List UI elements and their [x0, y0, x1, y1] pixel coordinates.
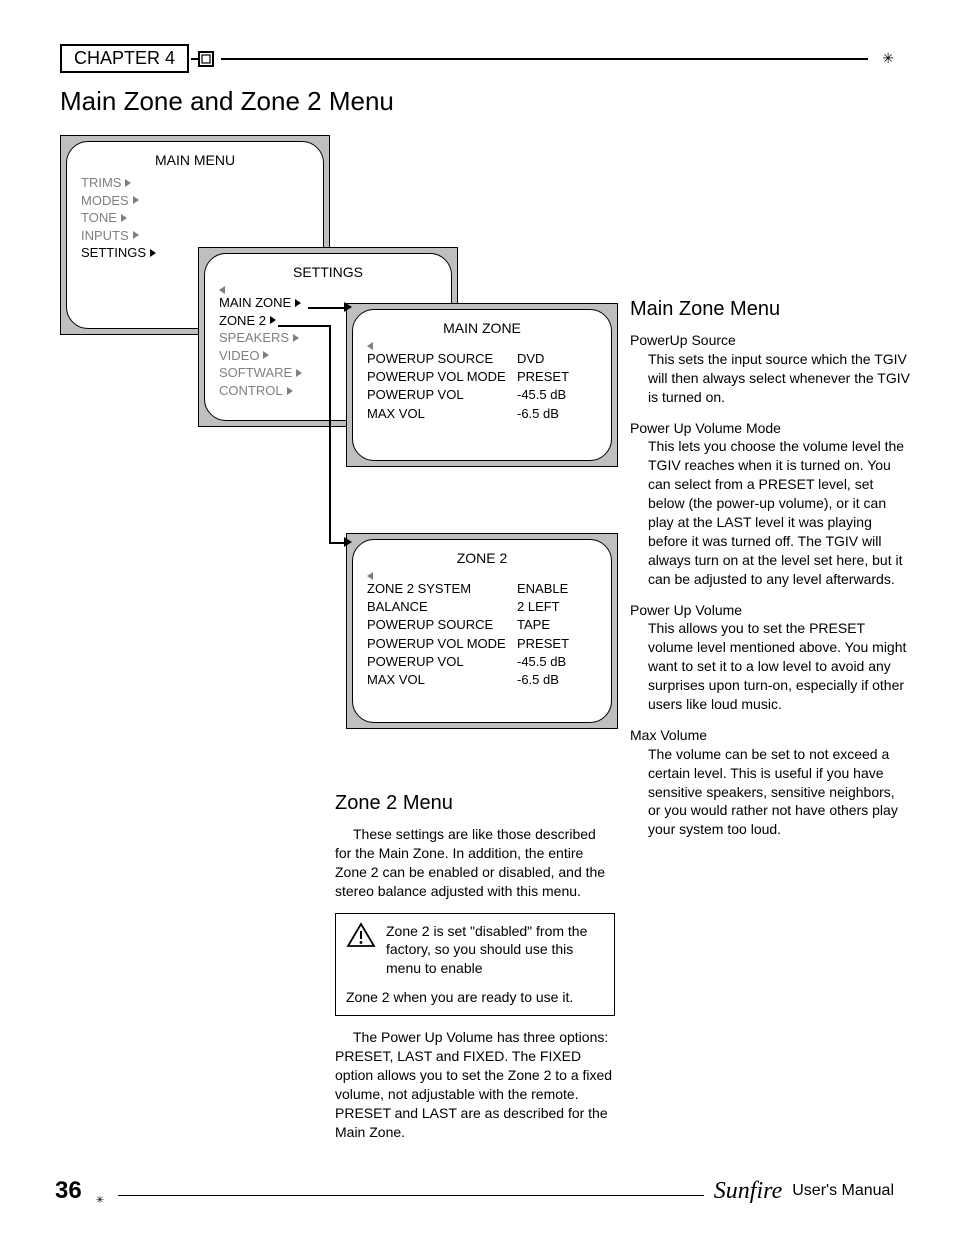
definition-entry: PowerUp Source This sets the input sourc… — [630, 331, 910, 407]
arrow-right-icon — [150, 249, 156, 257]
paragraph: These settings are like those described … — [335, 825, 615, 901]
arrow-right-icon — [121, 214, 127, 222]
page-title: Main Zone and Zone 2 Menu — [60, 86, 394, 117]
kv-row: MAX VOL-6.5 dB — [367, 671, 597, 689]
menu-item: MODES — [81, 192, 309, 210]
arrow-right-icon — [344, 302, 352, 312]
kv-row: POWERUP SOURCEDVD — [367, 350, 597, 368]
notice-text: Zone 2 when you are ready to use it. — [346, 988, 604, 1007]
kv-row: POWERUP VOL MODEPRESET — [367, 368, 597, 386]
star-icon: ✳ — [882, 50, 894, 67]
page-header: CHAPTER 4 ✳ — [60, 44, 894, 73]
zone2-panel: ZONE 2 ZONE 2 SYSTEMENABLE BALANCE2 LEFT… — [352, 539, 612, 723]
back-row — [367, 572, 597, 580]
notice-box: Zone 2 is set "disabled" from the factor… — [335, 913, 615, 1017]
brand-name: Sunfire — [714, 1178, 782, 1205]
arrow-right-icon — [133, 196, 139, 204]
section-heading: Zone 2 Menu — [335, 792, 615, 815]
section-heading: Main Zone Menu — [630, 298, 910, 321]
arrow-right-icon — [344, 537, 352, 547]
arrow-left-icon — [219, 286, 225, 294]
header-rule — [221, 58, 868, 60]
panel-title: SETTINGS — [219, 264, 437, 280]
kv-row: ZONE 2 SYSTEMENABLE — [367, 580, 597, 598]
back-row — [367, 342, 597, 350]
kv-row: POWERUP VOL MODEPRESET — [367, 635, 597, 653]
manual-label: User's Manual — [792, 1182, 894, 1200]
arrow-right-icon — [295, 299, 301, 307]
panel-title: MAIN MENU — [81, 152, 309, 168]
definition-entry: Power Up Volume This allows you to set t… — [630, 601, 910, 714]
arrow-right-icon — [287, 387, 293, 395]
arrow-right-icon — [263, 351, 269, 359]
menu-diagram: MAIN MENU TRIMS MODES TONE INPUTS SETTIN… — [60, 135, 620, 775]
footer-rule — [118, 1195, 704, 1196]
notice-text: Zone 2 is set "disabled" from the factor… — [386, 922, 604, 979]
kv-row: POWERUP VOL-45.5 dB — [367, 653, 597, 671]
arrow-left-icon — [367, 572, 373, 580]
cable-icon — [191, 49, 217, 69]
arrow-right-icon — [270, 316, 276, 324]
menu-item: INPUTS — [81, 227, 309, 245]
warning-icon — [346, 922, 376, 948]
kv-row: BALANCE2 LEFT — [367, 598, 597, 616]
star-icon: ✳ — [96, 1195, 104, 1206]
connector-line — [308, 307, 346, 309]
main-zone-panel: MAIN ZONE POWERUP SOURCEDVD POWERUP VOL … — [352, 309, 612, 461]
menu-item: TRIMS — [81, 174, 309, 192]
panel-title: ZONE 2 — [367, 550, 597, 566]
kv-row: POWERUP VOL-45.5 dB — [367, 386, 597, 404]
paragraph: The Power Up Volume has three options: P… — [335, 1028, 615, 1141]
panel-title: MAIN ZONE — [367, 320, 597, 336]
page-number: 36 — [55, 1177, 82, 1205]
back-row — [219, 286, 437, 294]
main-zone-explanation: Main Zone Menu PowerUp Source This sets … — [630, 298, 910, 851]
definition-entry: Max Volume The volume can be set to not … — [630, 726, 910, 839]
menu-item: TONE — [81, 209, 309, 227]
arrow-right-icon — [293, 334, 299, 342]
connector-line — [278, 325, 330, 327]
kv-row: MAX VOL-6.5 dB — [367, 405, 597, 423]
arrow-right-icon — [296, 369, 302, 377]
chapter-label: CHAPTER 4 — [60, 44, 189, 73]
zone2-explanation: Zone 2 Menu These settings are like thos… — [335, 792, 615, 1153]
kv-row: POWERUP SOURCETAPE — [367, 616, 597, 634]
page-footer: 36 ✳ Sunfire User's Manual — [55, 1177, 894, 1205]
definition-entry: Power Up Volume Mode This lets you choos… — [630, 419, 910, 589]
arrow-right-icon — [133, 231, 139, 239]
connector-line — [329, 325, 331, 543]
arrow-left-icon — [367, 342, 373, 350]
arrow-right-icon — [125, 179, 131, 187]
